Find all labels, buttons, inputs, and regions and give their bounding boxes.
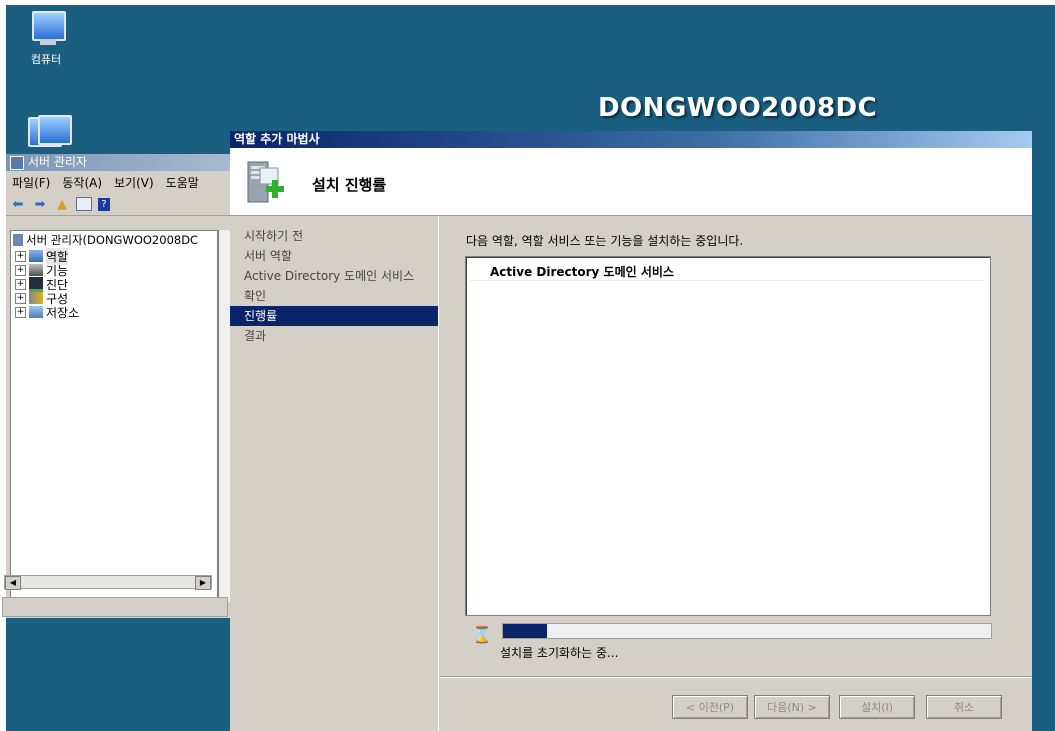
cancel-button[interactable]: 취소	[926, 695, 1002, 719]
wizard-page-title: 설치 진행률	[312, 176, 387, 194]
up-folder-icon[interactable]: ▲	[54, 196, 70, 212]
hourglass-icon: ⌛	[472, 625, 492, 644]
tree-item-features[interactable]: + 기능	[11, 263, 217, 278]
back-arrow-icon[interactable]: ⬅	[10, 196, 26, 212]
computer-icon	[24, 9, 68, 49]
wizard-nav: 시작하기 전 서버 역할 Active Directory 도메인 서비스 확인…	[230, 216, 439, 731]
next-button[interactable]: 다음(N) >	[754, 695, 830, 719]
server-manager-menubar: 파일(F) 동작(A) 보기(V) 도움말	[6, 171, 234, 193]
expand-icon[interactable]: +	[15, 278, 26, 290]
tree-item-roles[interactable]: + 역할	[11, 247, 217, 265]
menu-file[interactable]: 파일(F)	[12, 174, 50, 191]
nav-confirmation: 확인	[244, 289, 267, 303]
expand-icon[interactable]: +	[15, 292, 26, 304]
install-progress-bar	[502, 623, 992, 639]
storage-icon	[29, 306, 43, 318]
tree-horizontal-scrollbar[interactable]: ◀ ▶	[4, 575, 212, 590]
scroll-left-icon[interactable]: ◀	[5, 576, 21, 590]
wizard-content: 다음 역할, 역할 서비스 또는 기능을 설치하는 중입니다. Active D…	[440, 216, 1032, 731]
expand-icon[interactable]: +	[15, 306, 26, 318]
server-manager-titlebar[interactable]: 서버 관리자	[6, 154, 234, 171]
desktop-icon-label: 컴퓨터	[30, 53, 62, 66]
server-manager-window[interactable]: 서버 관리자 파일(F) 동작(A) 보기(V) 도움말 ⬅ ➡ ▲ ? 서버 …	[6, 154, 234, 618]
tree-root-label: 서버 관리자(DONGWOO2008DC	[26, 233, 199, 247]
desktop-icon-computer[interactable]: 컴퓨터	[14, 9, 78, 67]
wizard-header: 설치 진행률	[230, 148, 1032, 216]
show-hide-tree-icon[interactable]	[76, 197, 92, 211]
add-roles-wizard-window[interactable]: 역할 추가 마법사 설치 진행률 시작하기 전 서버 역할 Active Dir…	[230, 131, 1032, 731]
progress-fill	[503, 624, 547, 638]
button-separator	[440, 676, 1032, 678]
server-manager-tree: 서버 관리자(DONGWOO2008DC + 역할 + 기능 + 진단 + 구성…	[10, 230, 218, 604]
expand-icon[interactable]: +	[15, 264, 26, 276]
install-button[interactable]: 설치(I)	[839, 695, 915, 719]
desktop-icon-network[interactable]	[14, 115, 78, 157]
expand-icon[interactable]: +	[15, 250, 26, 262]
menu-action[interactable]: 동작(A)	[62, 174, 102, 191]
server-manager-icon	[13, 234, 23, 246]
server-manager-app-icon	[10, 155, 24, 170]
previous-button[interactable]: < 이전(P)	[672, 695, 748, 719]
tree-item-label: 저장소	[46, 305, 80, 320]
network-icon	[24, 115, 72, 155]
diagnostics-icon	[29, 276, 43, 292]
server-manager-toolbar: ⬅ ➡ ▲ ?	[6, 193, 234, 216]
menu-view[interactable]: 보기(V)	[114, 174, 154, 191]
progress-description: 다음 역할, 역할 서비스 또는 기능을 설치하는 중입니다.	[466, 234, 744, 248]
features-icon	[29, 264, 43, 276]
nav-server-roles: 서버 역할	[244, 249, 292, 263]
list-item: Active Directory 도메인 서비스	[490, 265, 674, 279]
roles-icon	[29, 250, 43, 262]
hostname-label: DONGWOO2008DC	[598, 93, 878, 123]
list-separator	[470, 280, 984, 281]
menu-help[interactable]: 도움말	[166, 174, 199, 191]
nav-ad-ds: Active Directory 도메인 서비스	[244, 269, 415, 283]
server-manager-title: 서버 관리자	[28, 155, 88, 169]
nav-before-you-begin: 시작하기 전	[244, 229, 304, 243]
tree-item-diagnostics[interactable]: + 진단	[11, 276, 217, 292]
configuration-icon	[29, 292, 43, 304]
tree-item-configuration[interactable]: + 구성	[11, 291, 217, 306]
wizard-titlebar[interactable]: 역할 추가 마법사	[230, 131, 1032, 148]
progress-status: 설치를 초기화하는 중...	[500, 646, 619, 660]
server-add-role-icon	[247, 161, 284, 203]
install-items-list[interactable]: Active Directory 도메인 서비스	[465, 256, 991, 616]
tree-item-storage[interactable]: + 저장소	[11, 305, 217, 320]
server-manager-statusbar	[2, 597, 228, 617]
nav-progress: 진행률	[230, 306, 438, 326]
scroll-right-icon[interactable]: ▶	[195, 576, 211, 590]
nav-results: 결과	[244, 329, 267, 343]
help-icon[interactable]: ?	[98, 197, 110, 211]
forward-arrow-icon[interactable]: ➡	[32, 196, 48, 212]
tree-root-item[interactable]: 서버 관리자(DONGWOO2008DC	[11, 231, 217, 249]
